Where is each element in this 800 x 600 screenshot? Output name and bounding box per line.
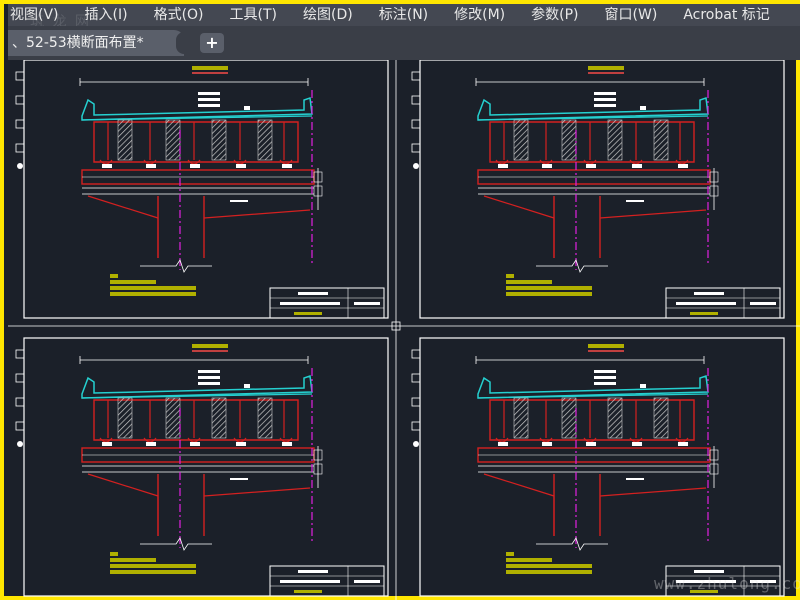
screenshot-frame: 视图(V) 插入(I) 格式(O) 工具(T) 绘图(D) 标注(N) 修改(M… xyxy=(0,0,800,600)
menu-draw[interactable]: 绘图(D) xyxy=(290,4,366,26)
drawing-canvas[interactable] xyxy=(8,60,800,600)
menu-bar: 视图(V) 插入(I) 格式(O) 工具(T) 绘图(D) 标注(N) 修改(M… xyxy=(8,4,800,26)
drawing-sheet-bottom-left[interactable] xyxy=(15,337,389,597)
tab-edge xyxy=(176,32,190,54)
menu-parameters[interactable]: 参数(P) xyxy=(518,4,591,26)
drawing-sheet-top-left[interactable] xyxy=(15,60,389,319)
menu-window[interactable]: 窗口(W) xyxy=(592,4,671,26)
drawing-sheet-top-right[interactable] xyxy=(411,60,785,319)
menu-tools[interactable]: 工具(T) xyxy=(217,4,290,26)
document-tab-bar: 、52-53横断面布置* + xyxy=(8,26,800,60)
menu-dimension[interactable]: 标注(N) xyxy=(366,4,441,26)
drawing-sheet-bottom-right[interactable] xyxy=(411,337,785,597)
menu-format[interactable]: 格式(O) xyxy=(141,4,217,26)
new-tab-button[interactable]: + xyxy=(200,33,224,53)
menu-modify[interactable]: 修改(M) xyxy=(441,4,518,26)
watermark-bottom: www.zhulong.com xyxy=(654,574,800,593)
menu-acrobat-markup[interactable]: Acrobat 标记 xyxy=(670,4,782,26)
tab-drawing-52-53[interactable]: 、52-53横断面布置* xyxy=(8,30,184,56)
